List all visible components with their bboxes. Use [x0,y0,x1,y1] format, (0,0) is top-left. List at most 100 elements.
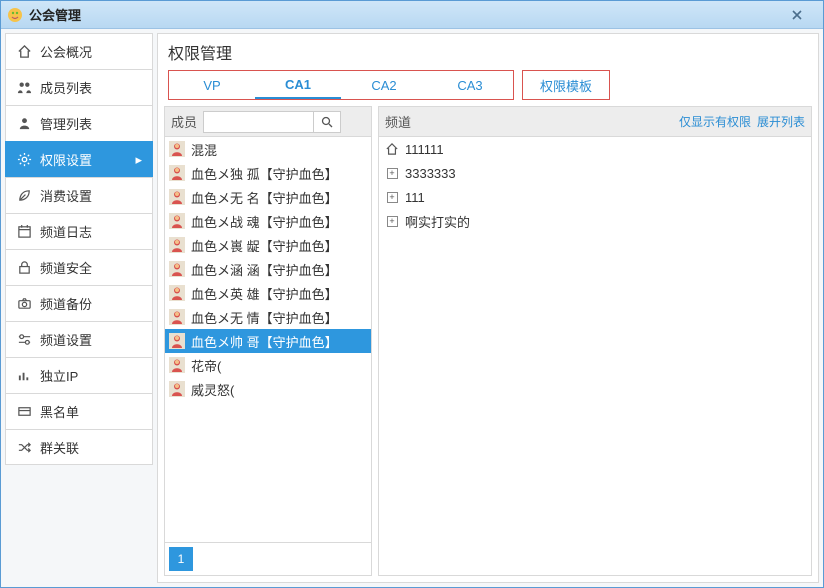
sidebar-item-1[interactable]: 成员列表 [5,69,153,105]
sidebar-item-10[interactable]: 黑名单 [5,393,153,429]
home-icon [385,142,399,156]
member-name: 血色メ战 魂【守护血色】 [191,212,338,231]
tab-group-roles: VPCA1CA2CA3 [168,70,514,100]
sidebar-item-0[interactable]: 公会概况 [5,33,153,69]
member-row[interactable]: 血色メ英 雄【守护血色】 [165,281,371,305]
member-pagination: 1 [165,542,371,575]
avatar-icon [169,381,185,397]
shuffle-icon [16,439,32,455]
avatar-icon [169,213,185,229]
channel-row[interactable]: 111111 [379,137,811,161]
member-row[interactable]: 血色メ嵔 龊【守护血色】 [165,233,371,257]
user-icon [16,116,32,132]
member-name: 血色メ帅 哥【守护血色】 [191,332,338,351]
member-name: 血色メ无 名【守护血色】 [191,188,338,207]
sidebar: 公会概况成员列表管理列表权限设置▸ 消费设置频道日志频道安全频道备份频道设置独立I… [5,33,153,583]
tab-row: VPCA1CA2CA3 权限模板 [158,70,818,106]
avatar-icon [169,165,185,181]
app-body: 公会概况成员列表管理列表权限设置▸ 消费设置频道日志频道安全频道备份频道设置独立I… [1,29,823,587]
member-name: 血色メ涵 涵【守护血色】 [191,260,338,279]
camera-icon [16,296,32,312]
sidebar-item-label: 频道安全 [40,258,92,277]
lock-icon [16,260,32,276]
sidebar-item-8[interactable]: 频道设置 [5,321,153,357]
filter-permissions-link[interactable]: 仅显示有权限 [679,113,751,130]
channel-list: 111111+3333333+111+啊实打实的 [379,137,811,575]
sidebar-item-label: 频道设置 [40,330,92,349]
tab-group-template: 权限模板 [522,70,610,100]
app-window: 公会管理 公会概况成员列表管理列表权限设置▸消费设置频道日志频道安全频道备份频道… [0,0,824,588]
member-row[interactable]: 威灵怒( [165,377,371,401]
member-row[interactable]: 血色メ无 情【守护血色】 [165,305,371,329]
users-icon [16,80,32,96]
sidebar-item-9[interactable]: 独立IP [5,357,153,393]
avatar-icon [169,141,185,157]
avatar-icon [169,333,185,349]
sidebar-item-6[interactable]: 频道安全 [5,249,153,285]
channels-panel: 频道 仅显示有权限 展开列表 111111+3333333+111+啊实打实的 [378,106,812,576]
close-button[interactable] [777,4,817,26]
expand-icon[interactable]: + [385,214,399,228]
expand-icon[interactable]: + [385,166,399,180]
member-search [203,111,341,133]
calendar-icon [16,224,32,240]
expand-list-link[interactable]: 展开列表 [757,113,805,130]
sidebar-item-11[interactable]: 群关联 [5,429,153,465]
channels-panel-header: 频道 仅显示有权限 展开列表 [379,107,811,137]
sliders-icon [16,332,32,348]
member-row[interactable]: 血色メ独 孤【守护血色】 [165,161,371,185]
sidebar-item-7[interactable]: 频道备份 [5,285,153,321]
card-icon [16,404,32,420]
sidebar-item-label: 群关联 [40,438,79,457]
avatar-icon [169,309,185,325]
member-row[interactable]: 花帝( [165,353,371,377]
channels-label: 频道 [385,112,411,131]
sidebar-item-label: 黑名单 [40,402,79,421]
page-button-1[interactable]: 1 [169,547,193,571]
member-row[interactable]: 混混 [165,137,371,161]
member-search-button[interactable] [313,111,341,133]
tab-ca1[interactable]: CA1 [255,71,341,99]
member-row[interactable]: 血色メ涵 涵【守护血色】 [165,257,371,281]
members-panel-header: 成员 [165,107,371,137]
tab-ca3[interactable]: CA3 [427,71,513,99]
sidebar-item-label: 独立IP [40,366,78,385]
sidebar-item-2[interactable]: 管理列表 [5,105,153,141]
sidebar-item-label: 权限设置 [40,150,92,169]
search-icon [321,116,333,128]
channel-header-links: 仅显示有权限 展开列表 [679,113,805,130]
avatar-icon [169,237,185,253]
tab-permission-template[interactable]: 权限模板 [523,71,609,99]
member-row[interactable]: 血色メ帅 哥【守护血色】 [165,329,371,353]
sidebar-item-label: 频道日志 [40,222,92,241]
member-row[interactable]: 血色メ战 魂【守护血色】 [165,209,371,233]
sidebar-item-label: 成员列表 [40,78,92,97]
member-name: 血色メ独 孤【守护血色】 [191,164,338,183]
member-row[interactable]: 血色メ无 名【守护血色】 [165,185,371,209]
sidebar-item-label: 公会概况 [40,42,92,61]
channel-row[interactable]: + 啊实打实的 [379,209,811,233]
sidebar-item-label: 消费设置 [40,186,92,205]
title-bar: 公会管理 [1,1,823,29]
leaf-icon [16,188,32,204]
sidebar-item-3[interactable]: 权限设置▸ [5,141,153,177]
tab-ca2[interactable]: CA2 [341,71,427,99]
sidebar-item-4[interactable]: 消费设置 [5,177,153,213]
member-name: 花帝( [191,356,221,375]
channel-name: 啊实打实的 [405,212,470,231]
member-name: 血色メ嵔 龊【守护血色】 [191,236,338,255]
members-label: 成员 [171,112,197,131]
gear-icon [16,152,32,168]
page-title: 权限管理 [158,34,818,70]
avatar-icon [169,261,185,277]
expand-icon[interactable]: + [385,190,399,204]
member-search-input[interactable] [203,111,313,133]
channel-row[interactable]: +3333333 [379,161,811,185]
avatar-icon [169,285,185,301]
tab-vp[interactable]: VP [169,71,255,99]
sidebar-item-5[interactable]: 频道日志 [5,213,153,249]
app-icon [7,7,23,23]
member-name: 混混 [191,140,217,159]
home-icon [16,44,32,60]
channel-row[interactable]: +111 [379,185,811,209]
